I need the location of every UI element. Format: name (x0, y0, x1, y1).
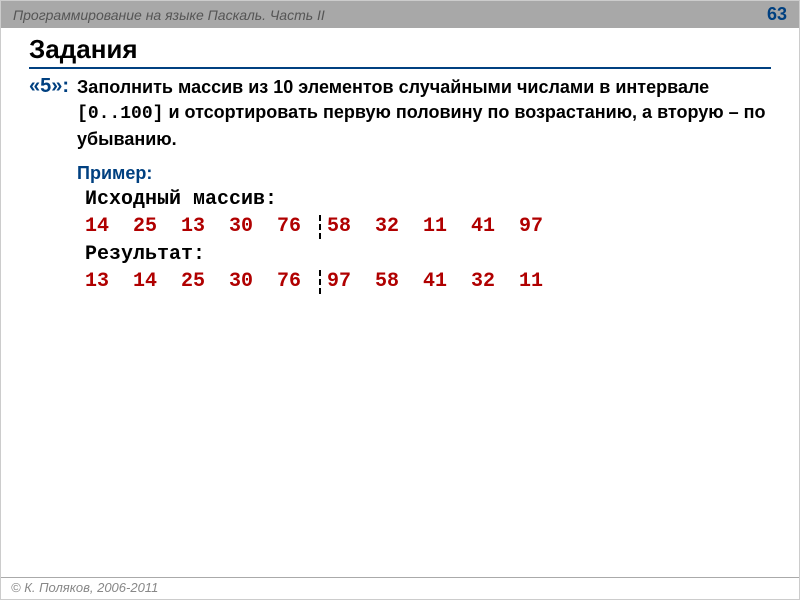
arr-cell: 11 (423, 215, 471, 238)
arr-cell: 76 (277, 270, 325, 293)
slide: Программирование на языке Паскаль. Часть… (0, 0, 800, 600)
page-title: Задания (29, 34, 771, 69)
arr-cell: 58 (327, 215, 375, 238)
result-label: Результат: (85, 243, 771, 266)
arr-cell: 13 (85, 270, 133, 293)
task-range: [0..100] (77, 104, 163, 124)
arr-cell: 32 (471, 270, 519, 293)
task-body: Заполнить массив из 10 элементов случайн… (77, 75, 771, 296)
arr-cell: 14 (85, 215, 133, 238)
arr-cell: 97 (519, 215, 567, 238)
arr-cell: 25 (181, 270, 229, 293)
arr-cell: 11 (519, 270, 567, 293)
grade-label: «5»: (29, 75, 69, 98)
source-label: Исходный массив: (85, 188, 771, 211)
arr-cell: 13 (181, 215, 229, 238)
task-text-part2: и отсортировать первую половину по возра… (77, 102, 765, 149)
source-array: 14 25 13 30 76 58 32 11 41 97 (85, 215, 771, 239)
divider-icon (319, 215, 321, 239)
breadcrumb: Программирование на языке Паскаль. Часть… (13, 7, 325, 23)
arr-cell: 30 (229, 215, 277, 238)
task-text: Заполнить массив из 10 элементов случайн… (77, 75, 771, 153)
page-number: 63 (767, 4, 787, 25)
arr-cell: 41 (423, 270, 471, 293)
arr-cell: 30 (229, 270, 277, 293)
arr-cell: 32 (375, 215, 423, 238)
example-label: Пример: (77, 163, 771, 184)
example-block: Исходный массив: 14 25 13 30 76 58 32 11… (85, 188, 771, 294)
top-bar: Программирование на языке Паскаль. Часть… (1, 1, 799, 28)
arr-cell: 58 (375, 270, 423, 293)
arr-cell: 97 (327, 270, 375, 293)
arr-cell: 14 (133, 270, 181, 293)
content-area: Задания «5»: Заполнить массив из 10 элем… (1, 28, 799, 296)
result-array: 13 14 25 30 76 97 58 41 32 11 (85, 270, 771, 294)
task-text-part1: Заполнить массив из 10 элементов случайн… (77, 77, 709, 97)
arr-cell: 41 (471, 215, 519, 238)
arr-cell: 76 (277, 215, 325, 238)
footer: © К. Поляков, 2006-2011 (1, 577, 799, 599)
divider-icon (319, 270, 321, 294)
arr-cell: 25 (133, 215, 181, 238)
task-row: «5»: Заполнить массив из 10 элементов сл… (29, 75, 771, 296)
